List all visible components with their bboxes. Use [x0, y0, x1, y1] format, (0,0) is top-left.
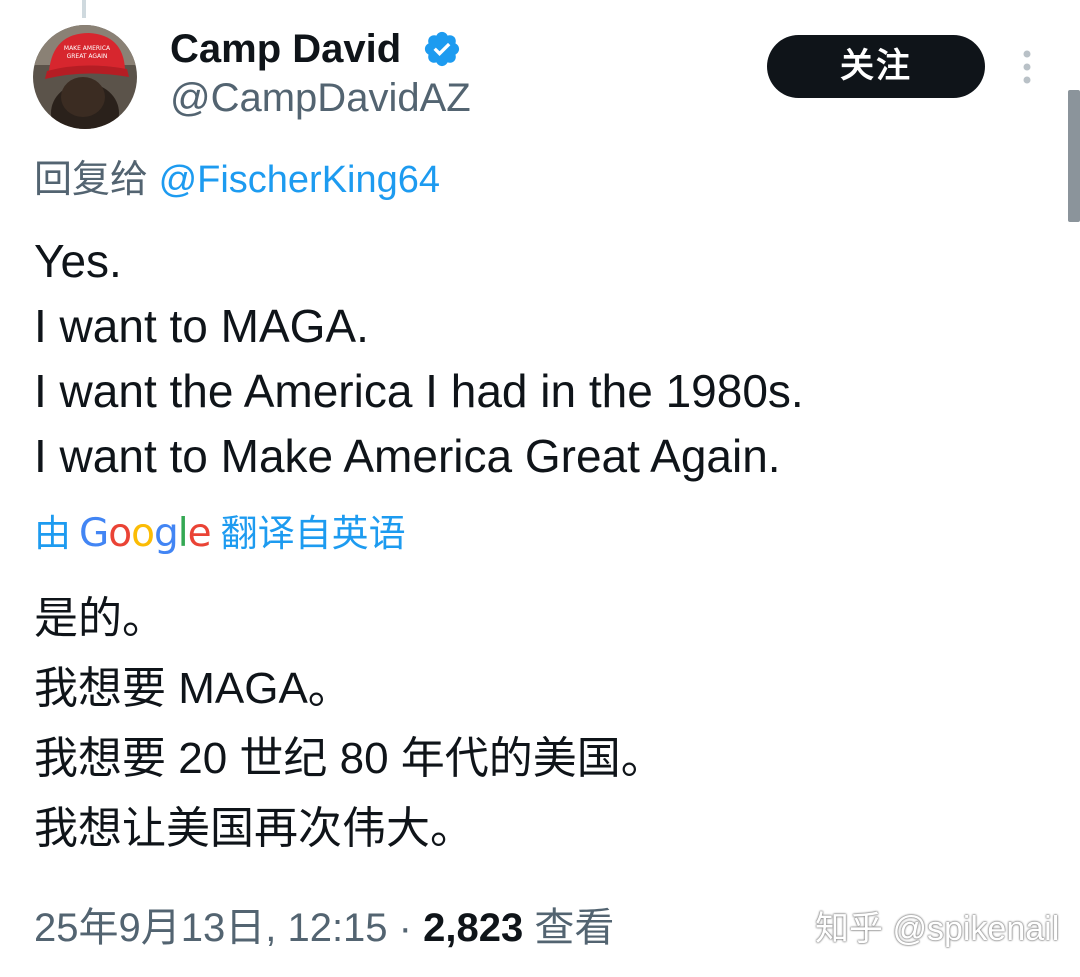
translated-line: 我想让美国再次伟大。	[34, 804, 474, 853]
views-label: 查看	[523, 906, 615, 950]
views-count: 2,823	[423, 906, 524, 950]
translated-line: 是的。	[34, 594, 166, 643]
tweet-text: Yes. I want to MAGA. I want the America …	[34, 229, 804, 489]
thread-connector-line	[82, 0, 86, 18]
google-logo: Google	[79, 511, 212, 556]
tweet-line: I want to Make America Great Again.	[34, 430, 781, 482]
avatar-hat-text-1: MAKE AMERICA	[64, 45, 111, 52]
avatar-hat-text-2: GREAT AGAIN	[67, 53, 108, 60]
author-handle[interactable]: @CampDavidAZ	[170, 75, 471, 121]
tweet-line: I want to MAGA.	[34, 300, 369, 352]
timestamp[interactable]: 25年9月13日, 12:15	[34, 906, 388, 950]
reply-mention-link[interactable]: @FischerKing64	[159, 159, 440, 201]
tweet-line: I want the America I had in the 1980s.	[34, 365, 804, 417]
meta-separator: ·	[387, 906, 424, 950]
reply-context: 回复给 @FischerKing64	[34, 156, 440, 204]
more-vertical-icon[interactable]	[1012, 48, 1042, 88]
watermark: 知乎 @spikenail	[815, 910, 1060, 948]
author-display-name[interactable]: Camp David	[170, 26, 401, 72]
avatar-image: MAKE AMERICA GREAT AGAIN	[33, 25, 137, 129]
tweet-line: Yes.	[34, 235, 122, 287]
translation-prefix: 由	[34, 513, 71, 554]
translated-text: 是的。 我想要 MAGA。 我想要 20 世纪 80 年代的美国。 我想让美国再…	[34, 584, 665, 864]
verified-badge-icon	[424, 31, 460, 67]
avatar[interactable]: MAKE AMERICA GREAT AGAIN	[33, 25, 137, 129]
translation-attribution[interactable]: 由 Google 翻译自英语	[34, 508, 406, 560]
translated-line: 我想要 20 世纪 80 年代的美国。	[34, 734, 665, 783]
scrollbar[interactable]	[1068, 90, 1080, 222]
translation-suffix: 翻译自英语	[220, 513, 406, 554]
reply-prefix: 回复给	[34, 159, 159, 201]
follow-button[interactable]: 关注	[767, 35, 985, 98]
tweet-meta: 25年9月13日, 12:15 · 2,823 查看	[34, 903, 614, 953]
translated-line: 我想要 MAGA。	[34, 664, 352, 713]
